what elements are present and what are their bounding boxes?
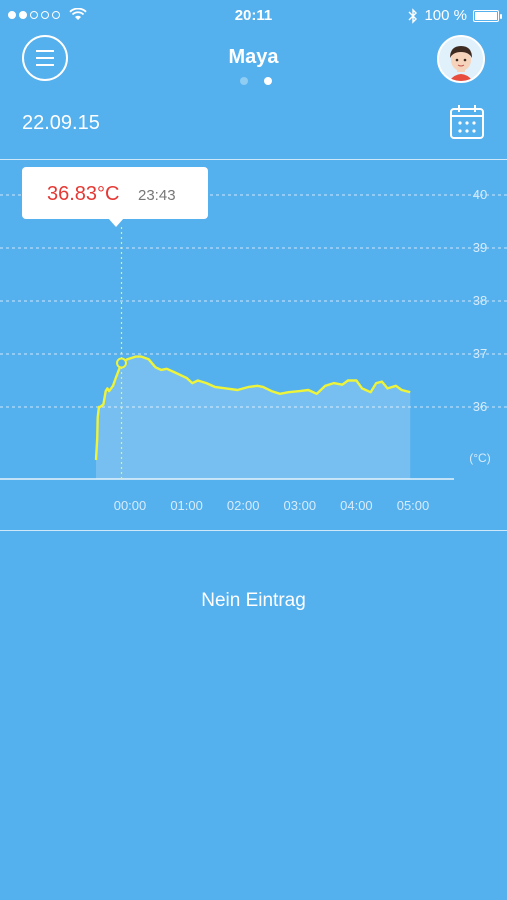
x-tick-label: 01:00 (170, 498, 203, 513)
y-tick-label: 38 (473, 293, 487, 308)
y-tick-label: 39 (473, 240, 487, 255)
child-avatar-icon (439, 37, 483, 81)
temperature-chart[interactable]: 40 39 38 37 36 (°C) 00:00 01:00 02:00 03:00 04:0… (0, 160, 507, 530)
chart-bottom-divider (0, 530, 507, 531)
tooltip-pointer (108, 218, 124, 227)
y-tick-label: 40 (473, 187, 487, 202)
battery-level (475, 11, 497, 20)
bluetooth-icon (408, 7, 418, 24)
y-tick-label: 36 (473, 399, 487, 414)
x-tick-label: 03:00 (284, 498, 317, 513)
selected-date[interactable]: 22.09.15 (22, 112, 100, 135)
calendar-button[interactable] (449, 104, 485, 140)
page-dot-active[interactable] (264, 77, 272, 85)
battery-icon (473, 9, 502, 22)
chart-tooltip: 36.83°C 23:43 (22, 167, 208, 227)
highlight-point[interactable] (116, 357, 128, 369)
x-tick-label: 04:00 (340, 498, 373, 513)
calendar-icon (450, 105, 484, 139)
y-tick-label: 37 (473, 346, 487, 361)
page-indicator[interactable] (240, 77, 272, 85)
tooltip-temperature: 36.83°C (47, 183, 120, 205)
status-bar: 20:11 100 % (0, 0, 507, 32)
tooltip-time: 23:43 (138, 187, 176, 204)
page-dot[interactable] (240, 77, 248, 85)
temperature-area (96, 356, 411, 479)
status-right: 100 % (408, 7, 502, 24)
empty-entries-message: Nein Eintrag (201, 590, 306, 611)
y-axis-unit: (°C) (469, 451, 490, 465)
battery-percent: 100 % (424, 7, 467, 24)
avatar[interactable] (437, 35, 485, 83)
x-tick-label: 05:00 (397, 498, 430, 513)
x-tick-label: 02:00 (227, 498, 260, 513)
profile-name: Maya (228, 46, 279, 68)
x-tick-label: 00:00 (114, 498, 147, 513)
